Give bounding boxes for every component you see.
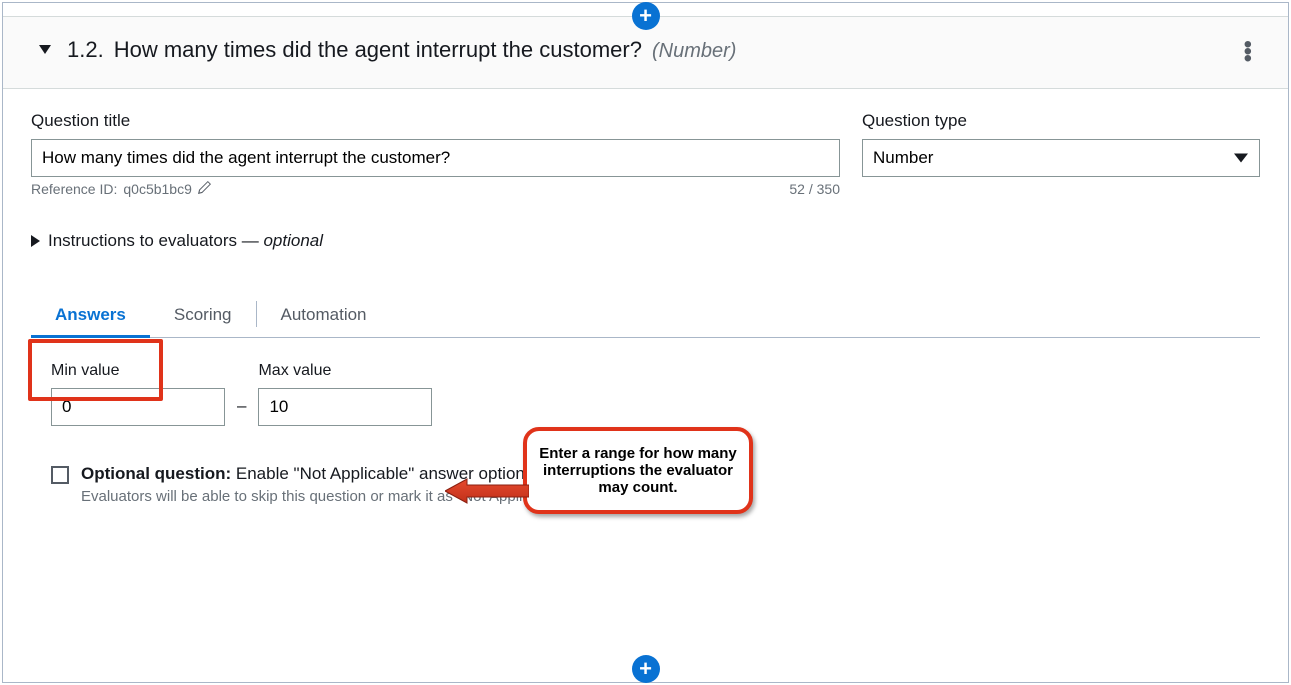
question-number: 1.2. <box>67 37 104 63</box>
edit-reference-id-icon[interactable] <box>198 181 211 197</box>
title-meta-row: Reference ID: q0c5b1bc9 52 / 350 <box>31 181 840 197</box>
question-title-display: How many times did the agent interrupt t… <box>114 37 642 63</box>
add-question-below-button[interactable]: + <box>632 655 660 683</box>
tab-scoring[interactable]: Scoring <box>150 291 256 337</box>
reference-id-group: Reference ID: q0c5b1bc9 <box>31 181 211 197</box>
reference-id-value: q0c5b1bc9 <box>123 181 192 197</box>
tab-automation[interactable]: Automation <box>257 291 391 337</box>
max-value-input[interactable] <box>258 388 432 426</box>
reference-id-label: Reference ID: <box>31 181 117 197</box>
question-title-input[interactable] <box>31 139 840 177</box>
fields-row: Question title Reference ID: q0c5b1bc9 5… <box>31 111 1260 197</box>
question-menu-button[interactable]: • • • <box>1236 35 1260 64</box>
dot-icon: • <box>1244 53 1252 60</box>
pencil-icon <box>198 181 211 194</box>
range-dash: – <box>237 396 246 426</box>
min-value-input[interactable] <box>51 388 225 426</box>
question-editor-panel: + 1.2. How many times did the agent inte… <box>2 2 1289 683</box>
range-row: Min value – Max value <box>51 362 1240 426</box>
optional-bold: Optional question: <box>81 464 231 483</box>
tab-answers[interactable]: Answers <box>31 291 150 337</box>
header-title-group: 1.2. How many times did the agent interr… <box>39 37 736 63</box>
question-title-field: Question title Reference ID: q0c5b1bc9 5… <box>31 111 840 197</box>
optional-question-checkbox[interactable] <box>51 466 69 484</box>
question-type-label: Question type <box>862 111 1260 131</box>
expand-icon <box>31 235 40 247</box>
char-count: 52 / 350 <box>789 181 840 197</box>
question-type-select-wrap: Number <box>862 139 1260 177</box>
question-title-label: Question title <box>31 111 840 131</box>
instructions-optional: optional <box>263 231 323 251</box>
plus-icon: + <box>639 3 652 29</box>
annotation-arrow <box>445 477 529 505</box>
collapse-icon[interactable] <box>39 45 51 54</box>
question-type-select[interactable]: Number <box>862 139 1260 177</box>
max-value-label: Max value <box>258 362 432 380</box>
min-value-field: Min value <box>51 362 225 426</box>
instructions-toggle[interactable]: Instructions to evaluators — optional <box>31 231 1260 251</box>
max-value-field: Max value <box>258 362 432 426</box>
annotation-text: Enter a range for how many interruptions… <box>539 445 737 496</box>
plus-icon: + <box>639 656 652 682</box>
min-value-label: Min value <box>51 362 225 380</box>
instructions-label: Instructions to evaluators — <box>48 231 259 251</box>
question-type-field: Question type Number <box>862 111 1260 197</box>
question-type-hint: (Number) <box>652 40 736 63</box>
annotation-callout: Enter a range for how many interruptions… <box>523 427 753 514</box>
question-body: Question title Reference ID: q0c5b1bc9 5… <box>3 89 1288 525</box>
tabs: Answers Scoring Automation <box>31 291 1260 338</box>
add-question-above-button[interactable]: + <box>632 2 660 30</box>
